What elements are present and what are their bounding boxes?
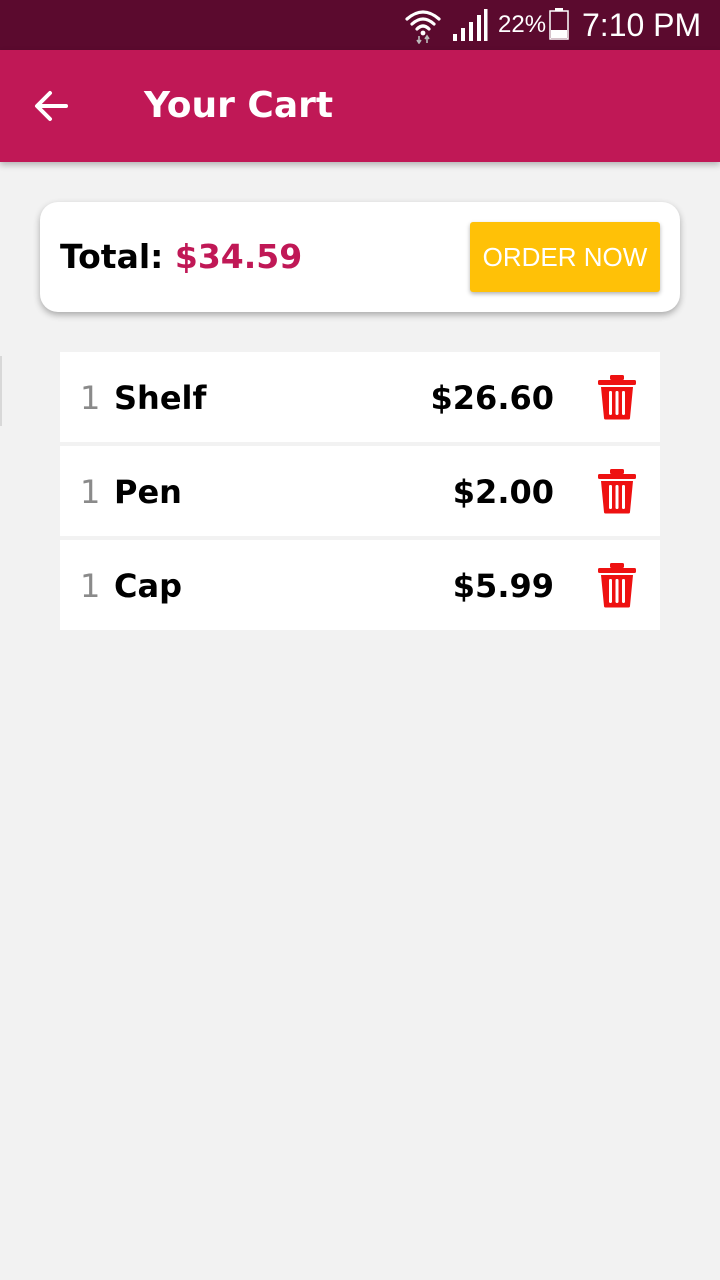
total-value: $34.59 <box>174 237 303 276</box>
trash-icon[interactable] <box>596 468 638 514</box>
item-price: $2.00 <box>452 473 554 511</box>
cart-item: 1 Cap $5.99 <box>60 540 660 630</box>
item-price: $5.99 <box>452 567 554 605</box>
item-name: Pen <box>114 473 182 511</box>
status-time: 7:10 PM <box>582 7 702 43</box>
total-summary: Total: $34.59 <box>60 234 302 280</box>
battery-percent: 22% <box>498 11 547 38</box>
cart-item: 1 Shelf $26.60 <box>60 352 660 442</box>
signal-icon <box>453 9 488 41</box>
total-label: Total: <box>60 237 164 276</box>
battery-icon <box>549 8 569 40</box>
item-quantity: 1 <box>80 567 101 605</box>
app-bar: Your Cart <box>0 50 720 162</box>
page-title: Your Cart <box>144 85 334 126</box>
cart-item: 1 Pen $2.00 <box>60 446 660 536</box>
edge-handle <box>0 356 2 426</box>
status-bar: 22% 7:10 PM <box>0 0 720 50</box>
item-price: $26.60 <box>430 379 554 417</box>
arrow-left-icon[interactable] <box>28 82 76 130</box>
order-now-button[interactable]: ORDER NOW <box>470 222 660 292</box>
total-card: Total: $34.59 ORDER NOW <box>40 202 680 312</box>
cart-list: 1 Shelf $26.60 1 Pen $2.00 1 Cap $5.99 <box>60 352 660 634</box>
item-quantity: 1 <box>80 379 101 417</box>
trash-icon[interactable] <box>596 374 638 420</box>
item-quantity: 1 <box>80 473 101 511</box>
wifi-icon <box>405 10 441 44</box>
item-name: Cap <box>114 567 182 605</box>
item-name: Shelf <box>114 379 207 417</box>
trash-icon[interactable] <box>596 562 638 608</box>
